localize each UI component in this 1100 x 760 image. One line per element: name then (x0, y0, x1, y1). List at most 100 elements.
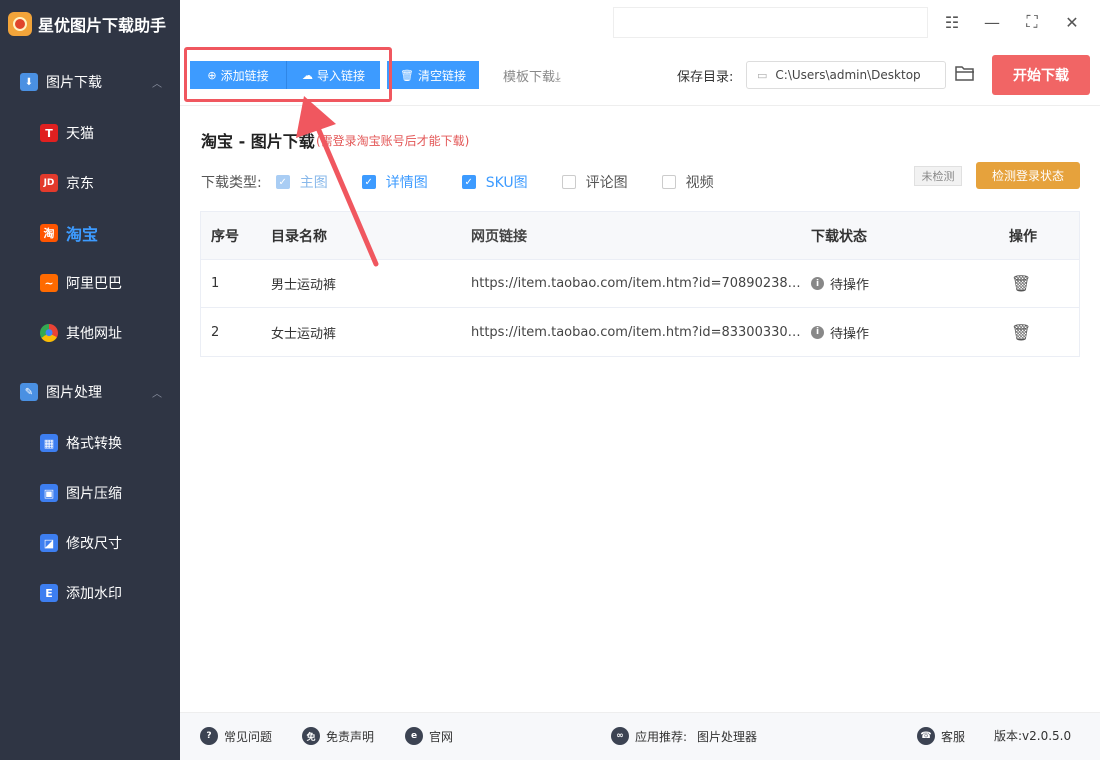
delete-row-icon[interactable]: 🗑 (1009, 323, 1031, 342)
check-login-button[interactable]: 检测登录状态 (976, 162, 1080, 189)
app-title: 星优图片下载助手 (38, 16, 167, 35)
row-status: i 待操作 (801, 323, 999, 342)
sidebar-group-image-processing[interactable]: ✎ 图片处理 ︿ (0, 366, 180, 418)
template-download-link[interactable]: 模板下载⤓ (503, 66, 561, 85)
column-header-folder-name: 目录名称 (271, 228, 327, 245)
watermark-icon: E (40, 584, 58, 602)
sidebar-item-label: 淘宝 (66, 225, 99, 244)
sidebar-group-image-download[interactable]: ⬇ 图片下载 ︿ (0, 56, 180, 108)
type-main-image-checkbox[interactable]: ✓ 主图 (275, 172, 328, 192)
clear-links-button[interactable]: 🗑 清空链接 (387, 61, 479, 89)
type-sku-image-checkbox[interactable]: ✓ SKU图 (461, 172, 528, 192)
info-icon: i (811, 277, 824, 290)
delete-row-icon[interactable]: 🗑 (1009, 274, 1031, 293)
sidebar-item-tmall[interactable]: T 天猫 (0, 108, 180, 158)
table-row: 1 男士运动裤 https://item.taobao.com/item.htm… (201, 260, 1079, 308)
sidebar-item-label: 格式转换 (66, 436, 122, 452)
row-status-text: 待操作 (830, 326, 870, 342)
checkbox-label: SKU图 (485, 175, 528, 191)
type-video-checkbox[interactable]: 视频 (661, 172, 714, 192)
format-convert-icon: ▦ (40, 434, 58, 452)
support-link[interactable]: ☎ 客服 (917, 727, 965, 745)
save-dir-label: 保存目录: (677, 70, 734, 85)
website-label: 官网 (429, 729, 454, 744)
trash-icon: 🗑 (400, 68, 414, 82)
row-index: 2 (211, 324, 220, 340)
table-row: 2 女士运动裤 https://item.taobao.com/item.htm… (201, 308, 1079, 356)
info-icon: i (811, 325, 824, 339)
support-label: 客服 (941, 729, 966, 744)
maximize-icon[interactable]: ⛶ (1020, 10, 1044, 34)
sidebar-item-format-convert[interactable]: ▦ 格式转换 (0, 418, 180, 468)
recommend-app-link[interactable]: 图片处理器 (697, 728, 757, 745)
column-header-actions: 操作 (1009, 228, 1037, 245)
checkbox-label: 详情图 (385, 175, 428, 191)
sidebar-item-label: 添加水印 (66, 586, 122, 602)
sidebar-item-label: 阿里巴巴 (66, 276, 122, 292)
column-header-index: 序号 (211, 228, 239, 245)
headset-icon: ☎ (917, 727, 935, 745)
disclaimer-icon: 免 (302, 727, 320, 745)
close-icon[interactable]: ✕ (1060, 10, 1084, 34)
sidebar-group-label: 图片处理 (46, 385, 102, 401)
sidebar-item-other-sites[interactable]: ● 其他网址 (0, 308, 180, 358)
row-url: https://item.taobao.com/item.htm?id=7089… (471, 276, 801, 291)
page-title: 淘宝 - 图片下载 (201, 132, 315, 151)
row-folder-name: 女士运动裤 (271, 326, 337, 342)
footer: ? 常见问题 免 免责声明 e 官网 ∞ 应用推荐: 图片处理器 ☎ 客服 版本… (180, 712, 1100, 760)
type-review-image-checkbox[interactable]: 评论图 (561, 172, 628, 192)
settings-sliders-icon[interactable]: ☷ (940, 10, 964, 34)
tmall-icon: T (40, 124, 58, 142)
row-actions: 🗑 (999, 274, 1079, 293)
checkbox-label: 主图 (299, 175, 328, 191)
resize-icon: ◪ (40, 534, 58, 552)
save-dir-field[interactable]: ▭ C:\Users\admin\Desktop (746, 61, 946, 89)
folder-outline-icon: ▭ (757, 68, 768, 82)
chevron-up-icon: ︿ (152, 388, 162, 400)
open-folder-icon[interactable] (955, 64, 977, 84)
sidebar-item-watermark[interactable]: E 添加水印 (0, 568, 180, 618)
column-header-url: 网页链接 (471, 228, 527, 245)
minimize-icon[interactable]: — (980, 10, 1004, 34)
disclaimer-link[interactable]: 免 免责声明 (302, 727, 374, 745)
checkbox-label: 视频 (685, 175, 714, 191)
compress-icon: ▣ (40, 484, 58, 502)
start-download-button[interactable]: 开始下载 (992, 55, 1090, 95)
app-logo-icon (8, 12, 32, 36)
sidebar-item-taobao[interactable]: 淘 淘宝 (0, 208, 180, 258)
sidebar-item-jd[interactable]: JD 京东 (0, 158, 180, 208)
recommend-label: 应用推荐: (635, 729, 688, 744)
checkbox-checked-icon: ✓ (461, 175, 476, 189)
row-actions: 🗑 (999, 323, 1079, 342)
website-link[interactable]: e 官网 (405, 727, 453, 745)
sidebar-item-label: 修改尺寸 (66, 536, 122, 552)
download-type-label: 下载类型: (201, 175, 262, 191)
save-dir-value: C:\Users\admin\Desktop (775, 68, 921, 82)
link-table: 序号 目录名称 网页链接 下载状态 操作 1 男士运动裤 https://ite… (200, 211, 1080, 357)
login-status-badge: 未检测 (914, 166, 962, 186)
column-header-status: 下载状态 (811, 228, 867, 245)
faq-link[interactable]: ? 常见问题 (200, 727, 272, 745)
login-required-note: (需登录淘宝账号后才能下载) (316, 134, 470, 148)
app-header: 星优图片下载助手 (0, 0, 180, 48)
type-detail-image-checkbox[interactable]: ✓ 详情图 (361, 172, 428, 192)
checkbox-empty-icon (561, 175, 576, 189)
row-index: 1 (211, 276, 220, 291)
checkbox-empty-icon (661, 175, 676, 189)
highlight-box (184, 47, 392, 102)
sidebar-item-resize[interactable]: ◪ 修改尺寸 (0, 518, 180, 568)
sidebar-item-label: 其他网址 (66, 326, 122, 342)
titlebar-blank-area (613, 7, 928, 38)
row-folder-name: 男士运动裤 (271, 278, 337, 293)
checkbox-label: 评论图 (585, 175, 628, 191)
sidebar-item-alibaba[interactable]: ~ 阿里巴巴 (0, 258, 180, 308)
link-icon: ∞ (611, 727, 629, 745)
question-icon: ? (200, 727, 218, 745)
version-label: 版本:v2.0.5.0 (994, 729, 1072, 743)
version-info: 版本:v2.0.5.0 (994, 727, 1071, 744)
sidebar-item-compress[interactable]: ▣ 图片压缩 (0, 468, 180, 518)
recommend-section: ∞ 应用推荐: 图片处理器 (611, 727, 757, 745)
browser-e-icon: e (405, 727, 423, 745)
download-group-icon: ⬇ (20, 73, 38, 91)
row-status: i 待操作 (801, 274, 999, 293)
